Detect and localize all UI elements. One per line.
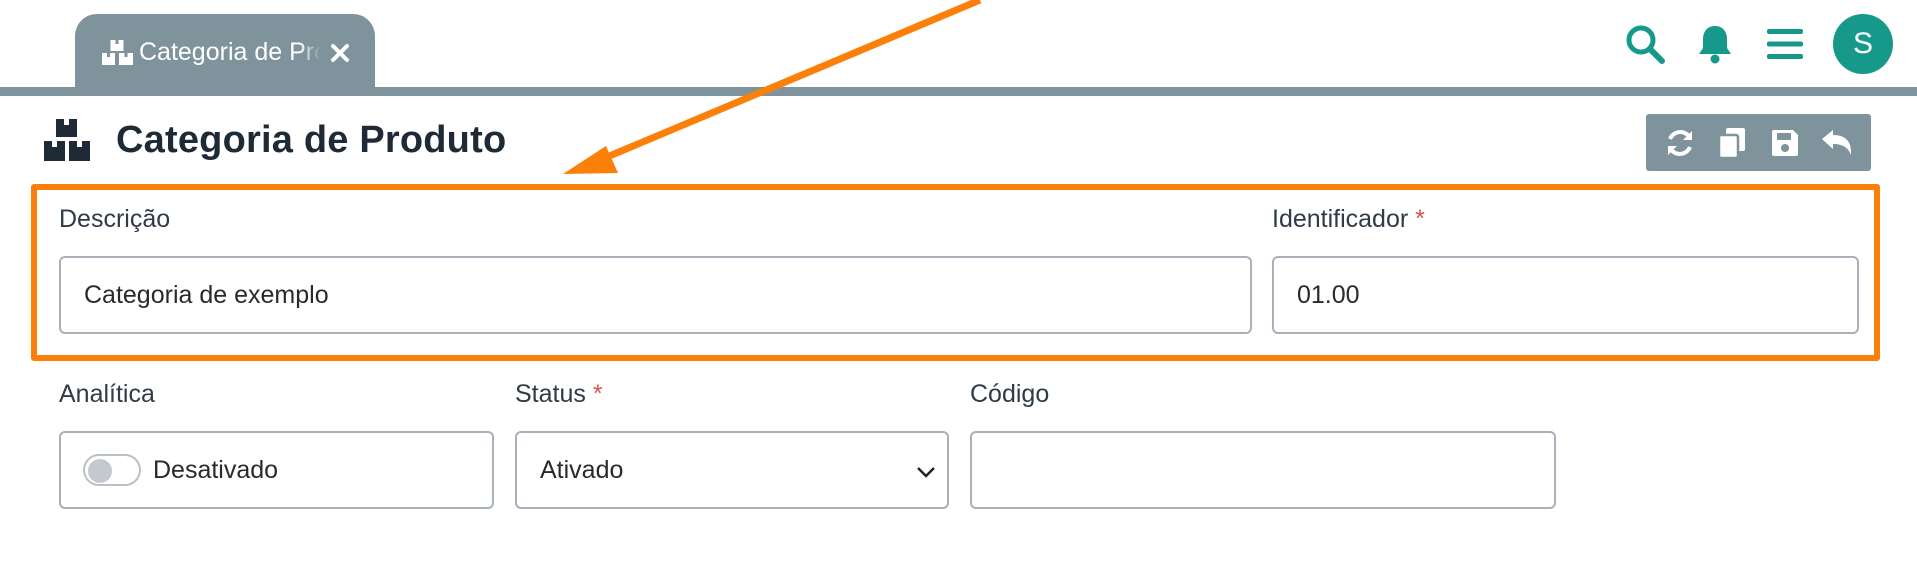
analitica-toggle-field: Desativado <box>59 431 494 509</box>
toggle-knob <box>88 459 112 483</box>
analitica-toggle-switch[interactable] <box>83 454 141 486</box>
undo-icon[interactable] <box>1817 123 1857 163</box>
boxes-icon <box>44 119 90 161</box>
page: Categoria de Produto <box>0 0 1917 571</box>
codigo-input[interactable] <box>970 431 1556 509</box>
highlight-box <box>31 184 1880 361</box>
tab-categoria-de-produto[interactable]: Categoria de Produto <box>75 14 375 91</box>
top-bar: Categoria de Produto <box>0 0 1917 96</box>
page-title: Categoria de Produto <box>116 118 507 161</box>
status-label: Status * <box>515 380 603 409</box>
page-header: Categoria de Produto <box>44 110 506 170</box>
status-selected-value: Ativado <box>540 455 624 484</box>
status-label-text: Status <box>515 380 586 408</box>
boxes-icon <box>102 39 133 66</box>
analitica-label: Analítica <box>59 380 155 408</box>
avatar[interactable]: S <box>1833 14 1893 74</box>
bell-icon[interactable] <box>1693 22 1737 66</box>
copy-icon[interactable] <box>1712 123 1752 163</box>
menu-icon[interactable] <box>1763 22 1807 66</box>
chevron-down-icon <box>915 461 937 483</box>
search-icon[interactable] <box>1623 22 1667 66</box>
action-toolbar <box>1646 114 1871 171</box>
top-actions: S <box>1597 14 1893 74</box>
codigo-label: Código <box>970 380 1050 408</box>
refresh-icon[interactable] <box>1660 123 1700 163</box>
status-select[interactable]: Ativado <box>515 431 949 509</box>
close-icon[interactable] <box>329 42 351 64</box>
save-icon[interactable] <box>1765 123 1805 163</box>
tab-label: Categoria de Produto <box>139 38 321 66</box>
required-mark: * <box>592 380 603 408</box>
toggle-state-text: Desativado <box>153 455 279 484</box>
